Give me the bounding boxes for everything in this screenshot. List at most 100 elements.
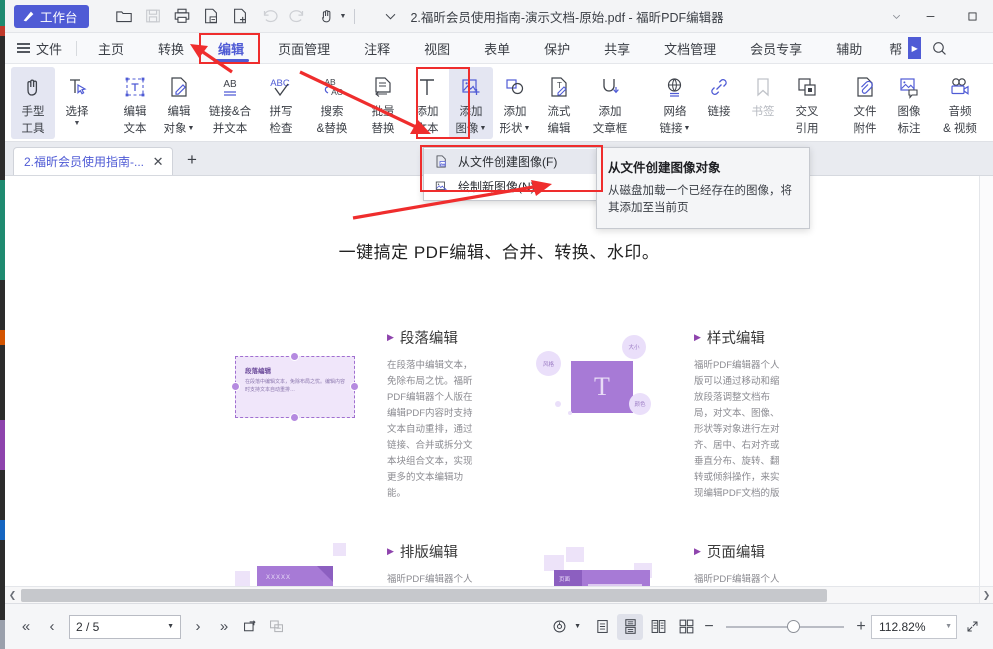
ribbon-add-image[interactable]: 添加 图像▼ xyxy=(449,67,493,139)
chevron-down-icon[interactable]: ▼ xyxy=(188,125,195,132)
zoom-in-button[interactable]: + xyxy=(853,618,869,636)
scroll-left-icon[interactable]: ❮ xyxy=(5,590,20,601)
page-number-input[interactable]: 2 / 5 ▼ xyxy=(69,615,181,639)
undo-icon[interactable] xyxy=(256,4,283,29)
tooltip: 从文件创建图像对象 从磁盘加载一个已经存在的图像，将其添加至当前页 xyxy=(596,147,810,229)
menu-item-create-image-from-file[interactable]: 从文件创建图像(F) xyxy=(424,149,600,174)
last-page-button[interactable]: » xyxy=(211,614,237,640)
vertical-scrollbar[interactable] xyxy=(979,176,993,586)
resize-handle xyxy=(290,352,299,361)
chevron-down-icon[interactable]: ▼ xyxy=(480,125,487,132)
ribbon-add-shape[interactable]: 添加 形状▼ xyxy=(493,67,537,139)
chevron-down-icon[interactable]: ▼ xyxy=(945,623,952,630)
open-icon[interactable] xyxy=(111,4,138,29)
ribbon-add-article-box[interactable]: 添加 文章框 xyxy=(581,67,639,139)
chevron-down-icon[interactable]: ▼ xyxy=(524,125,531,132)
menu-item-member[interactable]: 会员专享 xyxy=(733,33,819,64)
ribbon-batch-replace[interactable]: 批量 替换 xyxy=(361,67,405,139)
menu-item-view[interactable]: 视图 xyxy=(407,33,467,64)
ribbon-edit-object[interactable]: 编辑 对象▼ xyxy=(157,67,201,139)
chevron-down-icon[interactable]: ▼ xyxy=(167,623,174,630)
prev-page-button[interactable]: ‹ xyxy=(39,614,65,640)
ribbon-hand-tool[interactable]: 手型 工具 xyxy=(11,67,55,139)
two-page-view-button[interactable] xyxy=(645,614,671,640)
continuous-view-button[interactable] xyxy=(617,614,643,640)
zoom-level-input[interactable]: 112.82% ▼ xyxy=(871,615,957,639)
menu-item-file[interactable]: 文件 xyxy=(5,39,72,58)
ribbon-bookmark[interactable]: 书签 xyxy=(741,67,785,139)
rotate-view-button[interactable] xyxy=(237,614,263,640)
ribbon-web-link[interactable]: 网络 链接▼ xyxy=(653,67,697,139)
ribbon-link[interactable]: 链接 xyxy=(697,67,741,139)
menu-overflow-button[interactable]: ▶ xyxy=(908,37,921,59)
menu-item-draw-new-image[interactable]: 绘制新图像(N) xyxy=(424,174,600,199)
bubble-dot xyxy=(568,411,572,415)
ribbon-select-tool[interactable]: 选择 ▼ xyxy=(55,67,99,139)
ribbon-add-3d[interactable]: 添加 3D xyxy=(989,67,993,139)
ribbon-cross-reference[interactable]: 交叉 引用 xyxy=(785,67,829,139)
menu-item-accessibility[interactable]: 辅助 xyxy=(819,33,879,64)
zoom-slider-knob[interactable] xyxy=(787,620,800,633)
ribbon-label-text: 链接 xyxy=(660,123,683,135)
collapse-ribbon-icon[interactable] xyxy=(379,5,401,27)
ribbon-file-attachment[interactable]: 文件 附件 xyxy=(843,67,887,139)
artwork-text: 在段落中编辑文本，免除布局之忧。编辑内容时支持文本自动重排… xyxy=(245,378,345,394)
chevron-down-icon[interactable]: ▼ xyxy=(574,623,581,630)
ribbon-label-line2: 文本 xyxy=(416,122,439,136)
menu-item-page-manage[interactable]: 页面管理 xyxy=(261,33,347,64)
ribbon-flow-edit[interactable]: T 流式 编辑 xyxy=(537,67,581,139)
menu-item-share[interactable]: 共享 xyxy=(587,33,647,64)
hand-tool-caret-icon[interactable]: ▼ xyxy=(340,13,347,20)
page-transition-button[interactable] xyxy=(263,614,289,640)
chevron-down-icon[interactable]: ▼ xyxy=(684,125,691,132)
scroll-right-icon[interactable]: ❯ xyxy=(979,586,993,603)
menu-item-edit[interactable]: 编辑 xyxy=(201,33,261,64)
create-from-file-icon[interactable] xyxy=(198,4,225,29)
menu-label: 编辑 xyxy=(218,39,244,58)
menu-item-protect[interactable]: 保护 xyxy=(527,33,587,64)
first-page-button[interactable]: « xyxy=(13,614,39,640)
menu-bar: 文件 主页 转换 编辑 页面管理 注释 视图 表单 保护 共享 文档管理 会员专… xyxy=(5,33,993,64)
search-icon[interactable] xyxy=(921,33,957,64)
ribbon-link-merge-text[interactable]: AB 链接&合 并文本 xyxy=(201,67,259,139)
ribbon-audio-video[interactable]: 音频 & 视频 xyxy=(931,67,989,139)
menu-label: 帮 xyxy=(889,39,902,58)
chevron-down-icon[interactable]: ▼ xyxy=(74,120,81,128)
hand-tool-icon[interactable] xyxy=(314,4,341,29)
workbench-label: 工作台 xyxy=(40,7,78,26)
ribbon-edit-text[interactable]: 编辑 文本 xyxy=(113,67,157,139)
single-page-view-button[interactable] xyxy=(589,614,615,640)
document-tab[interactable]: 2.福昕会员使用指南-... ✕ xyxy=(13,147,173,175)
horizontal-scrollbar[interactable]: ❮ xyxy=(5,586,979,603)
ribbon-add-text[interactable]: 添加 文本 xyxy=(405,67,449,139)
zoom-out-button[interactable]: − xyxy=(701,618,717,636)
ribbon-search-replace[interactable]: ABAC 搜索 &替换 xyxy=(303,67,361,139)
menu-item-help[interactable]: 帮 xyxy=(879,33,906,64)
minimize-button[interactable] xyxy=(909,0,951,33)
menu-item-comment[interactable]: 注释 xyxy=(347,33,407,64)
ribbon-label-line2: 附件 xyxy=(854,122,877,136)
bullet-icon: ▶ xyxy=(387,332,394,343)
save-icon[interactable] xyxy=(140,4,167,29)
zoom-slider[interactable] xyxy=(726,617,844,637)
new-blank-icon[interactable] xyxy=(227,4,254,29)
menu-item-form[interactable]: 表单 xyxy=(467,33,527,64)
add-tab-button[interactable]: + xyxy=(179,147,205,173)
redo-icon[interactable] xyxy=(285,4,312,29)
horizontal-scroll-thumb[interactable] xyxy=(21,589,827,602)
two-page-continuous-view-button[interactable] xyxy=(673,614,699,640)
ribbon-spell-check[interactable]: ABC 拼写 检查 xyxy=(259,67,303,139)
menu-item-convert[interactable]: 转换 xyxy=(141,33,201,64)
fullscreen-button[interactable] xyxy=(959,614,985,640)
ribbon-image-annotation[interactable]: 图像 标注 xyxy=(887,67,931,139)
fit-page-button[interactable] xyxy=(546,614,572,640)
pen-icon xyxy=(22,10,35,23)
close-icon[interactable]: ✕ xyxy=(150,154,166,170)
next-page-button[interactable]: › xyxy=(185,614,211,640)
title-dropdown-icon[interactable] xyxy=(883,3,909,29)
workbench-button[interactable]: 工作台 xyxy=(14,5,89,28)
maximize-button[interactable] xyxy=(951,0,993,33)
menu-item-doc-manage[interactable]: 文档管理 xyxy=(647,33,733,64)
menu-item-home[interactable]: 主页 xyxy=(81,33,141,64)
print-icon[interactable] xyxy=(169,4,196,29)
